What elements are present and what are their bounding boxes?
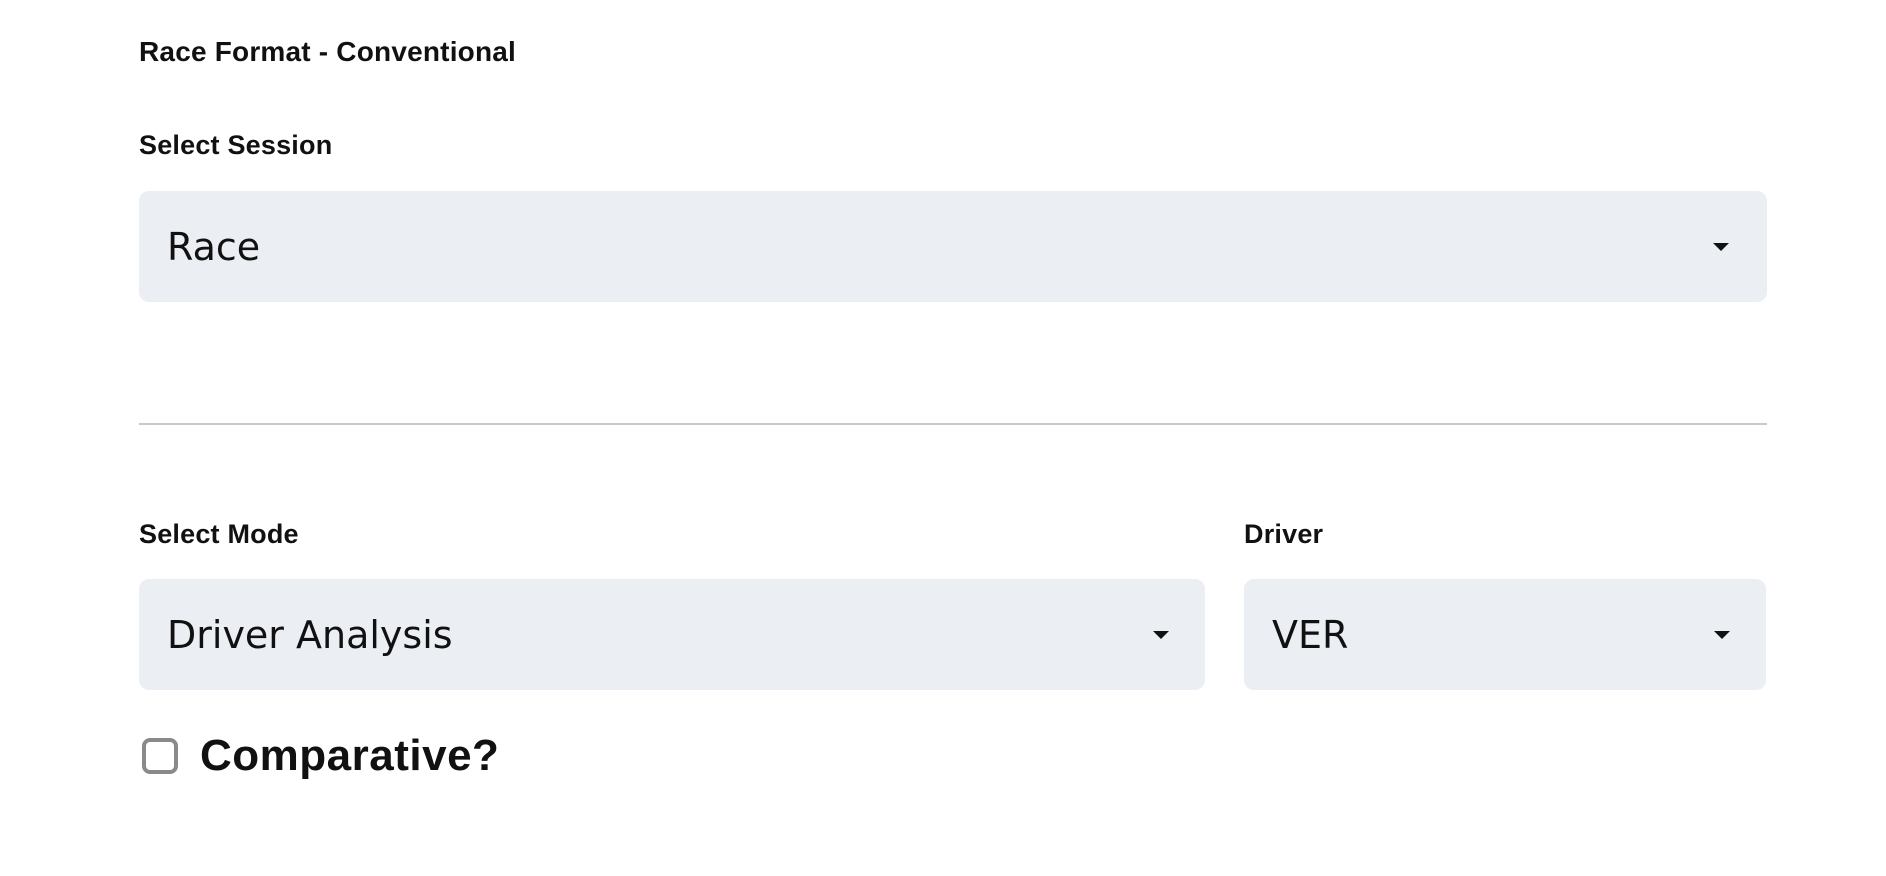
mode-label: Select Mode (139, 519, 299, 549)
caret-down-icon (1153, 630, 1169, 639)
race-format-title: Race Format - Conventional (139, 36, 517, 67)
session-select-value: Race (167, 224, 261, 269)
driver-select[interactable]: VER (1244, 579, 1766, 690)
comparative-toggle[interactable]: Comparative? (142, 734, 499, 778)
session-select[interactable]: Race (139, 191, 1767, 302)
comparative-checkbox[interactable] (142, 738, 178, 774)
mode-select-value: Driver Analysis (167, 612, 453, 657)
driver-label: Driver (1244, 519, 1324, 549)
caret-down-icon (1714, 630, 1730, 639)
section-divider (139, 423, 1767, 425)
caret-down-icon (1713, 242, 1729, 251)
driver-select-value: VER (1272, 612, 1349, 657)
comparative-label: Comparative? (200, 731, 500, 780)
mode-select[interactable]: Driver Analysis (139, 579, 1205, 690)
session-label: Select Session (139, 130, 333, 160)
